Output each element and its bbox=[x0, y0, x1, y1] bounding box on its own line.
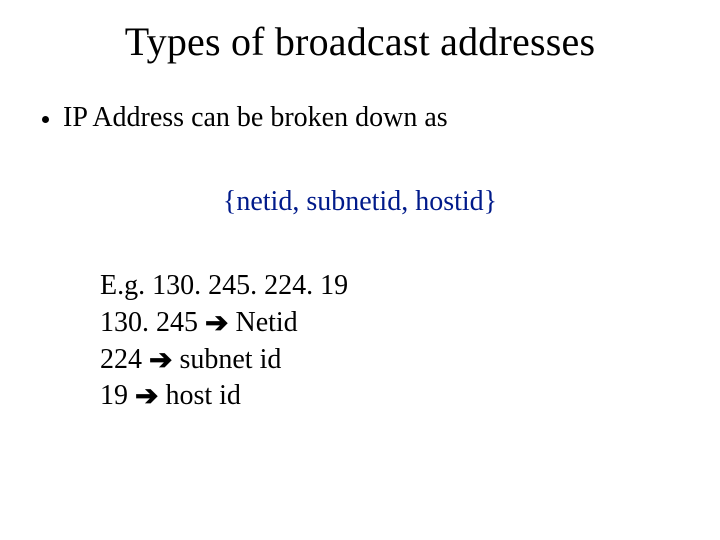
arrow-icon: ➔ bbox=[205, 305, 228, 341]
slide: Types of broadcast addresses IP Address … bbox=[0, 0, 720, 540]
example-line-3-left: 224 bbox=[100, 344, 149, 375]
example-line-4: 19 ➔ host id bbox=[100, 377, 348, 414]
example-line-3: 224 ➔ subnet id bbox=[100, 341, 348, 378]
example-line-2-left: 130. 245 bbox=[100, 307, 205, 338]
bullet-dot-icon bbox=[42, 116, 49, 123]
ip-formula: {netid, subnetid, hostid} bbox=[0, 186, 720, 218]
example-line-4-right: host id bbox=[158, 380, 240, 411]
example-line-3-right: subnet id bbox=[172, 344, 281, 375]
bullet-item-1-text: IP Address can be broken down as bbox=[63, 102, 448, 134]
example-line-2: 130. 245 ➔ Netid bbox=[100, 304, 348, 341]
arrow-icon: ➔ bbox=[135, 378, 158, 414]
example-line-2-right: Netid bbox=[228, 307, 297, 338]
example-line-1: E.g. 130. 245. 224. 19 bbox=[100, 268, 348, 304]
slide-title: Types of broadcast addresses bbox=[0, 18, 720, 65]
example-line-4-left: 19 bbox=[100, 380, 135, 411]
arrow-icon: ➔ bbox=[149, 342, 172, 378]
bullet-item-1: IP Address can be broken down as bbox=[42, 102, 448, 134]
example-block: E.g. 130. 245. 224. 19 130. 245 ➔ Netid … bbox=[100, 268, 348, 414]
